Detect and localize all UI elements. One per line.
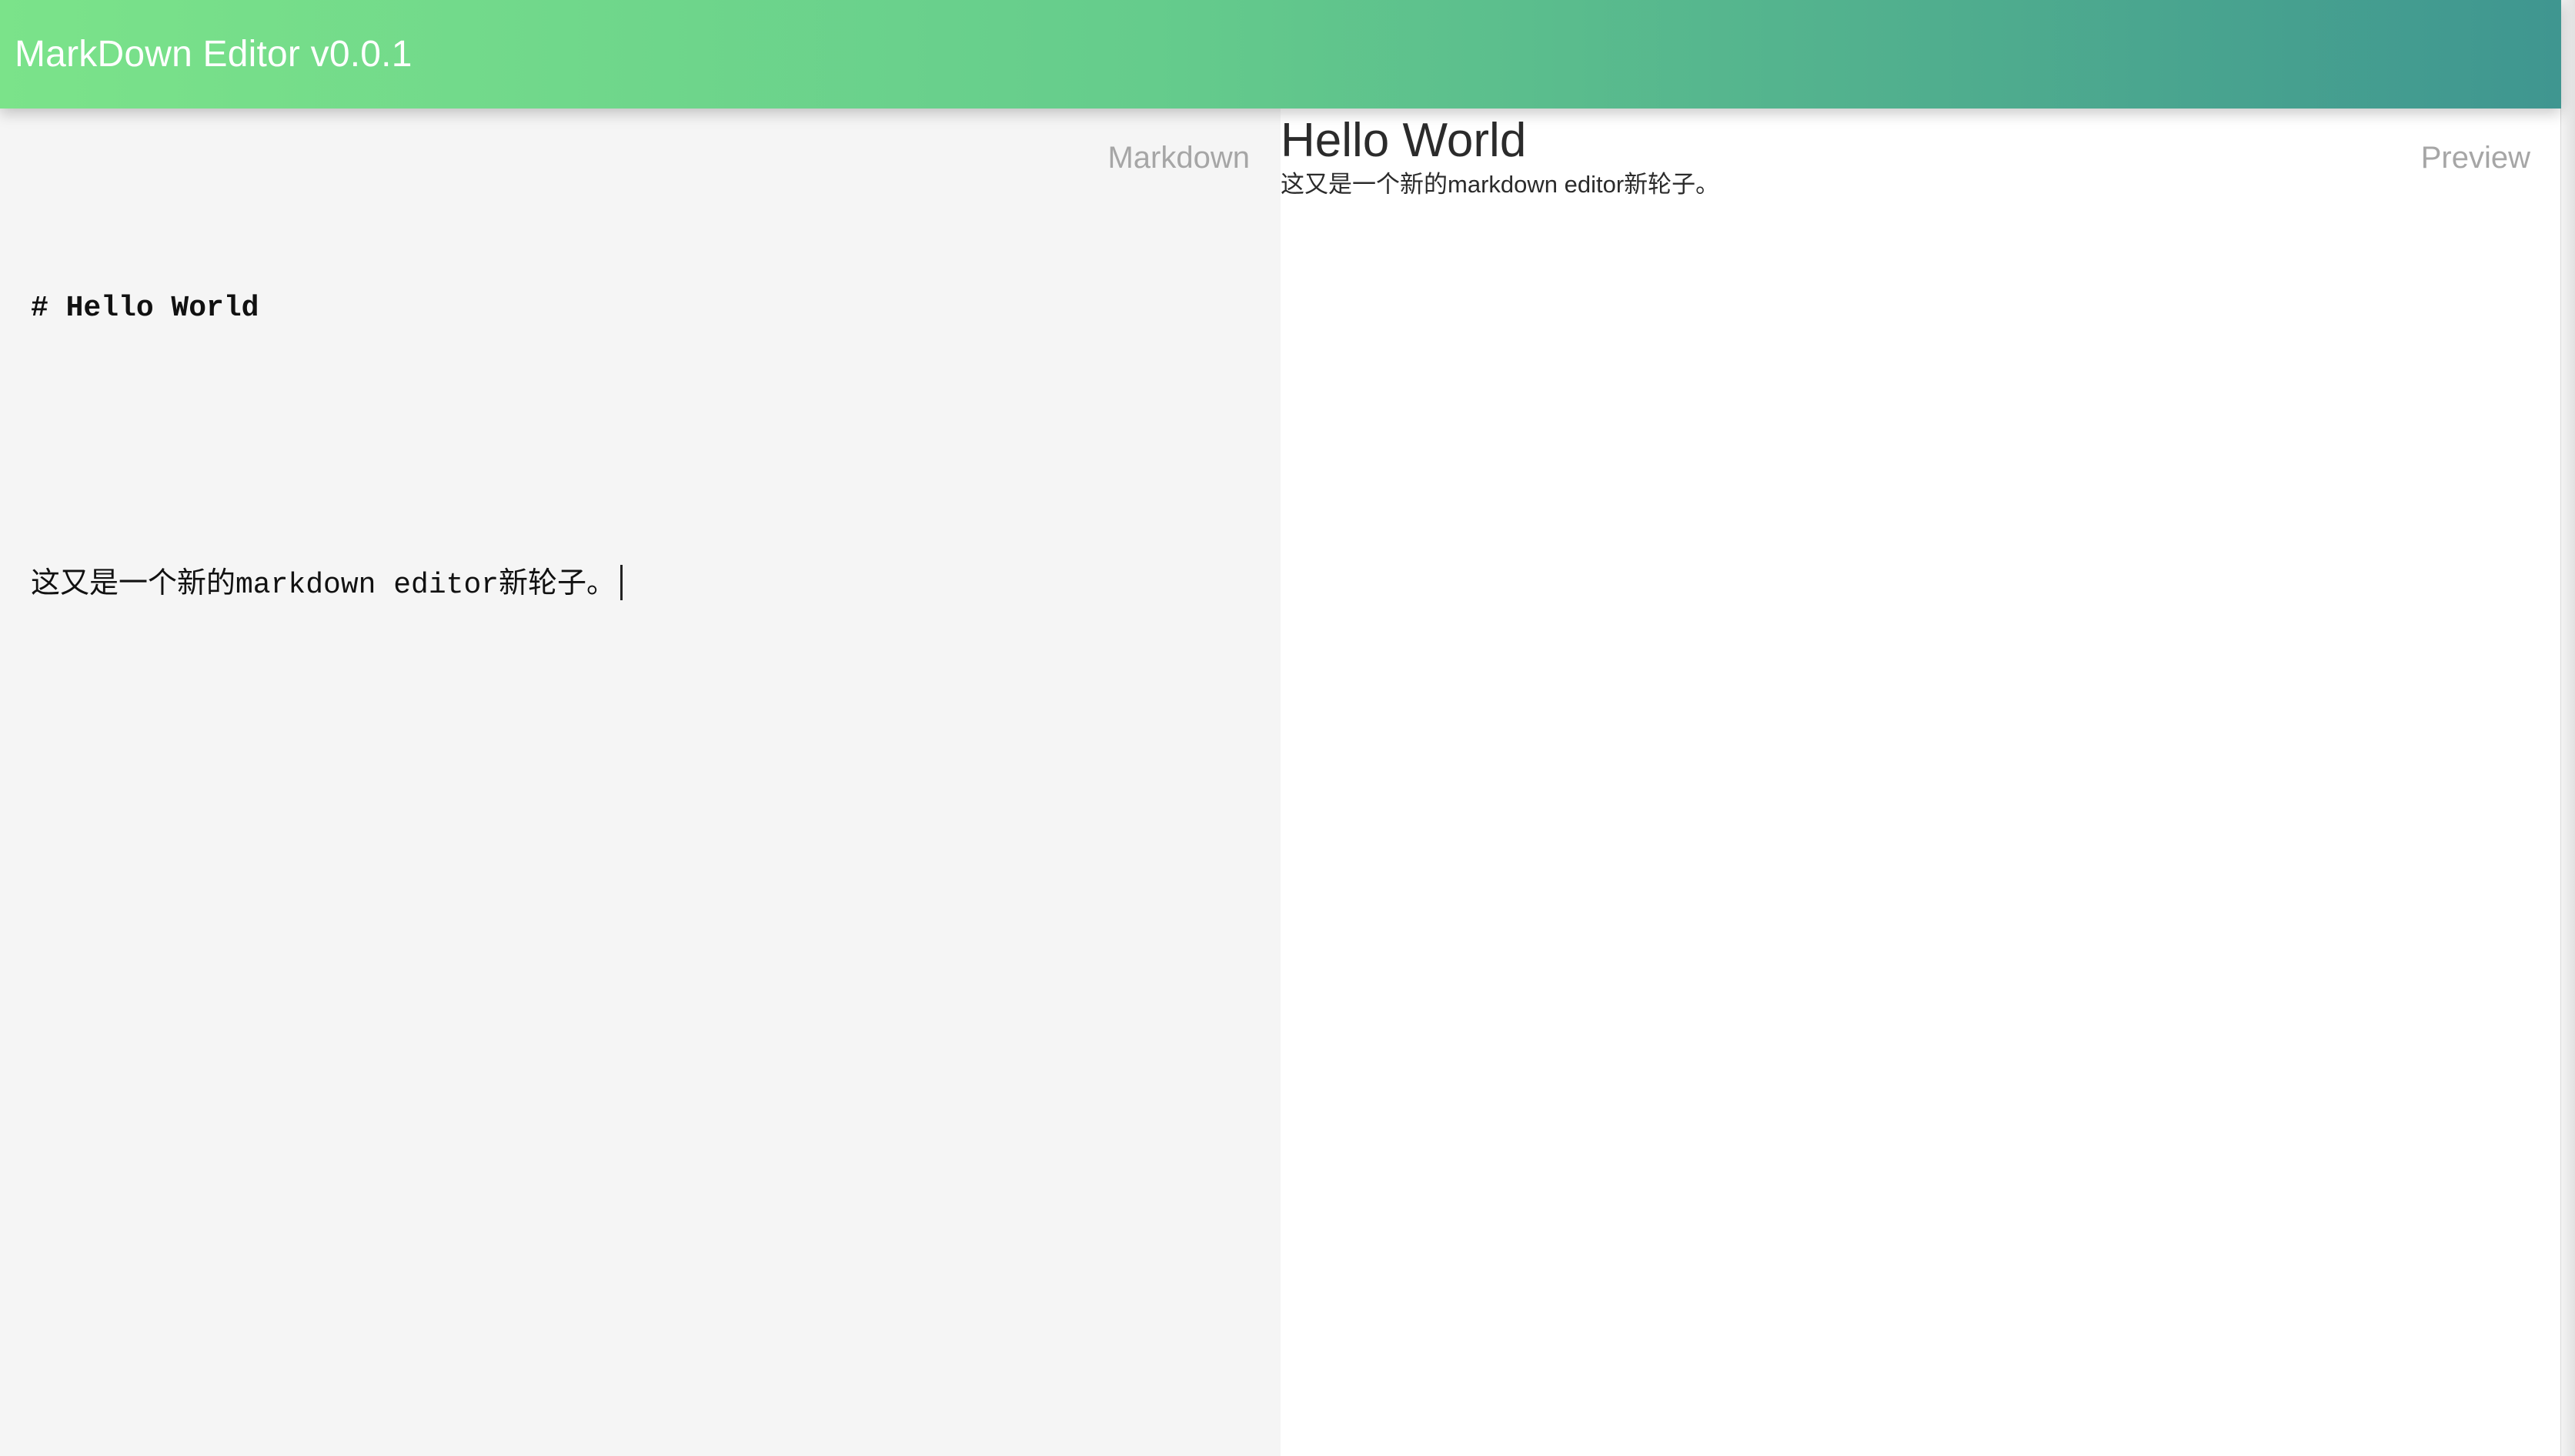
editor-line-text[interactable]: 这又是一个新的markdown editor新轮子。 (31, 569, 616, 602)
window-scrollbar[interactable] (2560, 0, 2575, 1456)
markdown-pane-label: Markdown (1107, 141, 1250, 175)
markdown-input[interactable]: # Hello World 这又是一个新的markdown editor新轮子。 (31, 193, 1231, 701)
editor-line[interactable]: # Hello World (31, 286, 1231, 332)
editor-workspace: Markdown # Hello World 这又是一个新的markdown e… (0, 109, 2561, 1456)
text-cursor (620, 565, 623, 600)
preview-pane: Preview Hello World 这又是一个新的markdown edit… (1281, 109, 2561, 1456)
markdown-editor-app: MarkDown Editor v0.0.1 Markdown # Hello … (0, 0, 2575, 1456)
app-header: MarkDown Editor v0.0.1 (0, 0, 2561, 109)
preview-paragraph: 这又是一个新的markdown editor新轮子。 (1281, 171, 1720, 198)
markdown-editor-pane[interactable]: Markdown # Hello World 这又是一个新的markdown e… (0, 109, 1281, 1456)
app-title: MarkDown Editor v0.0.1 (15, 34, 412, 75)
preview-content: Hello World 这又是一个新的markdown editor新轮子。 (1281, 112, 2481, 200)
preview-heading: Hello World (1281, 114, 1527, 167)
editor-line-current[interactable]: 这又是一个新的markdown editor新轮子。 (31, 563, 1231, 609)
editor-line[interactable] (31, 424, 1231, 470)
